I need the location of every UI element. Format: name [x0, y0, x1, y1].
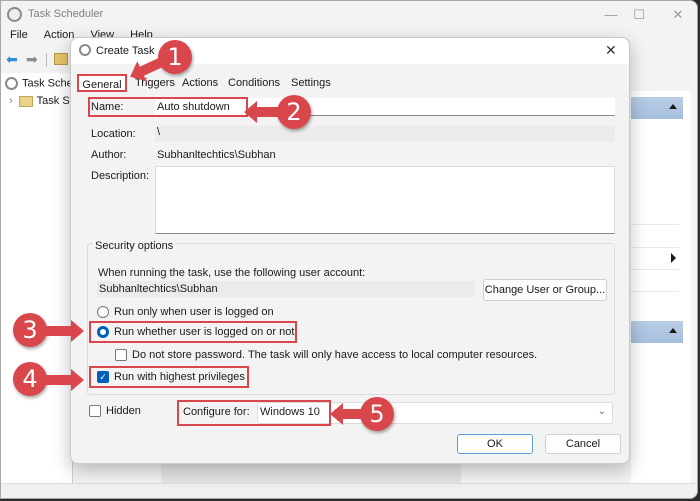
- minimize-button[interactable]: —: [596, 5, 626, 25]
- folder-up-icon[interactable]: [54, 53, 68, 65]
- dialog-title: Create Task: [96, 45, 155, 57]
- task-scheduler-clock-icon: [7, 7, 22, 22]
- step-2-arrow: [244, 101, 280, 123]
- clock-icon: [79, 44, 91, 56]
- actions-pane: [631, 91, 691, 491]
- ok-button[interactable]: OK: [457, 434, 533, 454]
- name-value[interactable]: Auto shutdown: [157, 101, 230, 113]
- expand-chevron-icon[interactable]: ›: [9, 95, 13, 107]
- radio-logged-on-label[interactable]: Run only when user is logged on: [114, 306, 274, 318]
- pane-divider: [631, 224, 679, 225]
- location-field: [155, 126, 615, 142]
- hidden-label[interactable]: Hidden: [106, 405, 141, 417]
- main-window-title: Task Scheduler: [28, 8, 104, 20]
- maximize-button[interactable]: ☐: [624, 5, 654, 25]
- toolbar-separator: [46, 53, 47, 67]
- menu-action[interactable]: Action: [44, 29, 75, 41]
- pane-divider: [631, 269, 679, 270]
- location-label: Location:: [91, 128, 136, 140]
- user-account-field: Subhanltechtics\Subhan: [97, 281, 475, 297]
- name-label: Name:: [91, 101, 124, 113]
- step-3-badge: 3: [13, 313, 47, 347]
- step-5-badge: 5: [360, 397, 394, 431]
- menu-file[interactable]: File: [10, 29, 28, 41]
- highest-privileges-checkbox[interactable]: ✓: [97, 371, 109, 383]
- selected-item-section-header[interactable]: [631, 321, 683, 343]
- radio-whether-label[interactable]: Run whether user is logged on or not: [114, 326, 294, 338]
- tab-actions[interactable]: Actions: [179, 74, 221, 92]
- step-5-arrow: [330, 403, 364, 425]
- radio-logged-on[interactable]: [97, 306, 109, 318]
- author-value: Subhanltechtics\Subhan: [157, 149, 276, 161]
- folder-icon: [18, 95, 33, 107]
- description-label: Description:: [91, 170, 150, 182]
- account-prompt: When running the task, use the following…: [98, 267, 366, 279]
- dialog-close-button[interactable]: ✕: [605, 43, 617, 57]
- create-task-dialog: Create Task ✕ General Triggers Actions C…: [70, 37, 630, 464]
- collapse-caret-icon[interactable]: [669, 328, 677, 333]
- collapse-caret-icon[interactable]: [669, 104, 677, 109]
- actions-section-header[interactable]: [631, 97, 683, 119]
- tab-general[interactable]: General: [77, 74, 127, 92]
- location-value: \: [157, 126, 161, 138]
- do-not-store-password-label[interactable]: Do not store password. The task will onl…: [132, 349, 537, 361]
- change-user-button[interactable]: Change User or Group...: [483, 279, 607, 301]
- radio-whether-logged-on[interactable]: [97, 326, 109, 338]
- pane-divider: [631, 247, 679, 248]
- pane-divider: [631, 291, 679, 292]
- hidden-checkbox[interactable]: [89, 405, 101, 417]
- forward-arrow-icon[interactable]: ➡: [26, 52, 40, 66]
- status-bar: [1, 483, 697, 498]
- do-not-store-password-checkbox[interactable]: [115, 349, 127, 361]
- navigation-tree: Task Scheduler (Local) ›Task Scheduler L…: [1, 73, 149, 493]
- configure-for-label: Configure for:: [183, 406, 250, 418]
- security-options-title: Security options: [93, 240, 176, 252]
- main-title-bar: Task Scheduler — ☐ ✕: [1, 1, 697, 29]
- back-arrow-icon[interactable]: ⬅: [6, 52, 20, 66]
- step-4-arrow: [46, 369, 84, 391]
- highest-privileges-label[interactable]: Run with highest privileges: [114, 371, 245, 383]
- close-window-button[interactable]: ✕: [663, 5, 693, 25]
- cancel-button[interactable]: Cancel: [545, 434, 621, 454]
- general-tab-panel: Name: Auto shutdown Location: \ Author: …: [79, 93, 624, 426]
- submenu-arrow-icon[interactable]: [671, 253, 676, 263]
- configure-for-value[interactable]: Windows 10: [260, 406, 320, 418]
- tab-settings[interactable]: Settings: [288, 74, 334, 92]
- step-3-arrow: [46, 320, 84, 342]
- step-1-badge: 1: [158, 40, 192, 74]
- author-label: Author:: [91, 149, 127, 161]
- tab-conditions[interactable]: Conditions: [225, 74, 283, 92]
- clock-icon: [5, 77, 18, 90]
- step-4-badge: 4: [13, 362, 47, 396]
- dropdown-chevron-icon[interactable]: ⌄: [598, 406, 606, 417]
- description-textarea[interactable]: [155, 166, 615, 234]
- step-2-badge: 2: [277, 95, 311, 129]
